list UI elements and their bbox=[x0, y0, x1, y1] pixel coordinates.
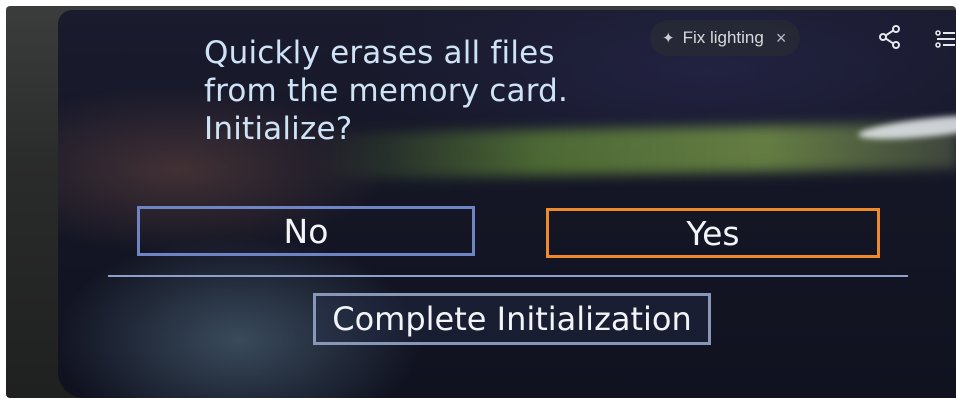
dialog-divider bbox=[108, 275, 908, 277]
photo-frame: Quickly erases all files from the memory… bbox=[0, 0, 956, 405]
share-button[interactable] bbox=[873, 20, 907, 54]
no-button[interactable]: No bbox=[137, 206, 475, 256]
share-icon bbox=[879, 25, 900, 49]
complete-initialization-label: Complete Initialization bbox=[332, 300, 692, 338]
close-icon[interactable]: × bbox=[776, 28, 787, 49]
complete-initialization-button[interactable]: Complete Initialization bbox=[313, 293, 711, 345]
prompt-line-2: from the memory card. bbox=[204, 73, 569, 109]
prompt-line-3: Initialize? bbox=[204, 111, 353, 147]
fix-lighting-label: Fix lighting bbox=[682, 28, 764, 47]
no-button-label: No bbox=[283, 211, 329, 251]
fix-lighting-chip[interactable]: ✦ Fix lighting × bbox=[650, 20, 801, 56]
initialize-prompt: Quickly erases all files from the memory… bbox=[204, 34, 568, 148]
more-icon bbox=[935, 30, 955, 48]
sparkle-icon: ✦ bbox=[662, 30, 675, 47]
prompt-line-1: Quickly erases all files bbox=[204, 35, 555, 71]
yes-button[interactable]: Yes bbox=[546, 208, 880, 258]
more-button[interactable] bbox=[932, 22, 956, 56]
yes-button-label: Yes bbox=[686, 213, 740, 253]
